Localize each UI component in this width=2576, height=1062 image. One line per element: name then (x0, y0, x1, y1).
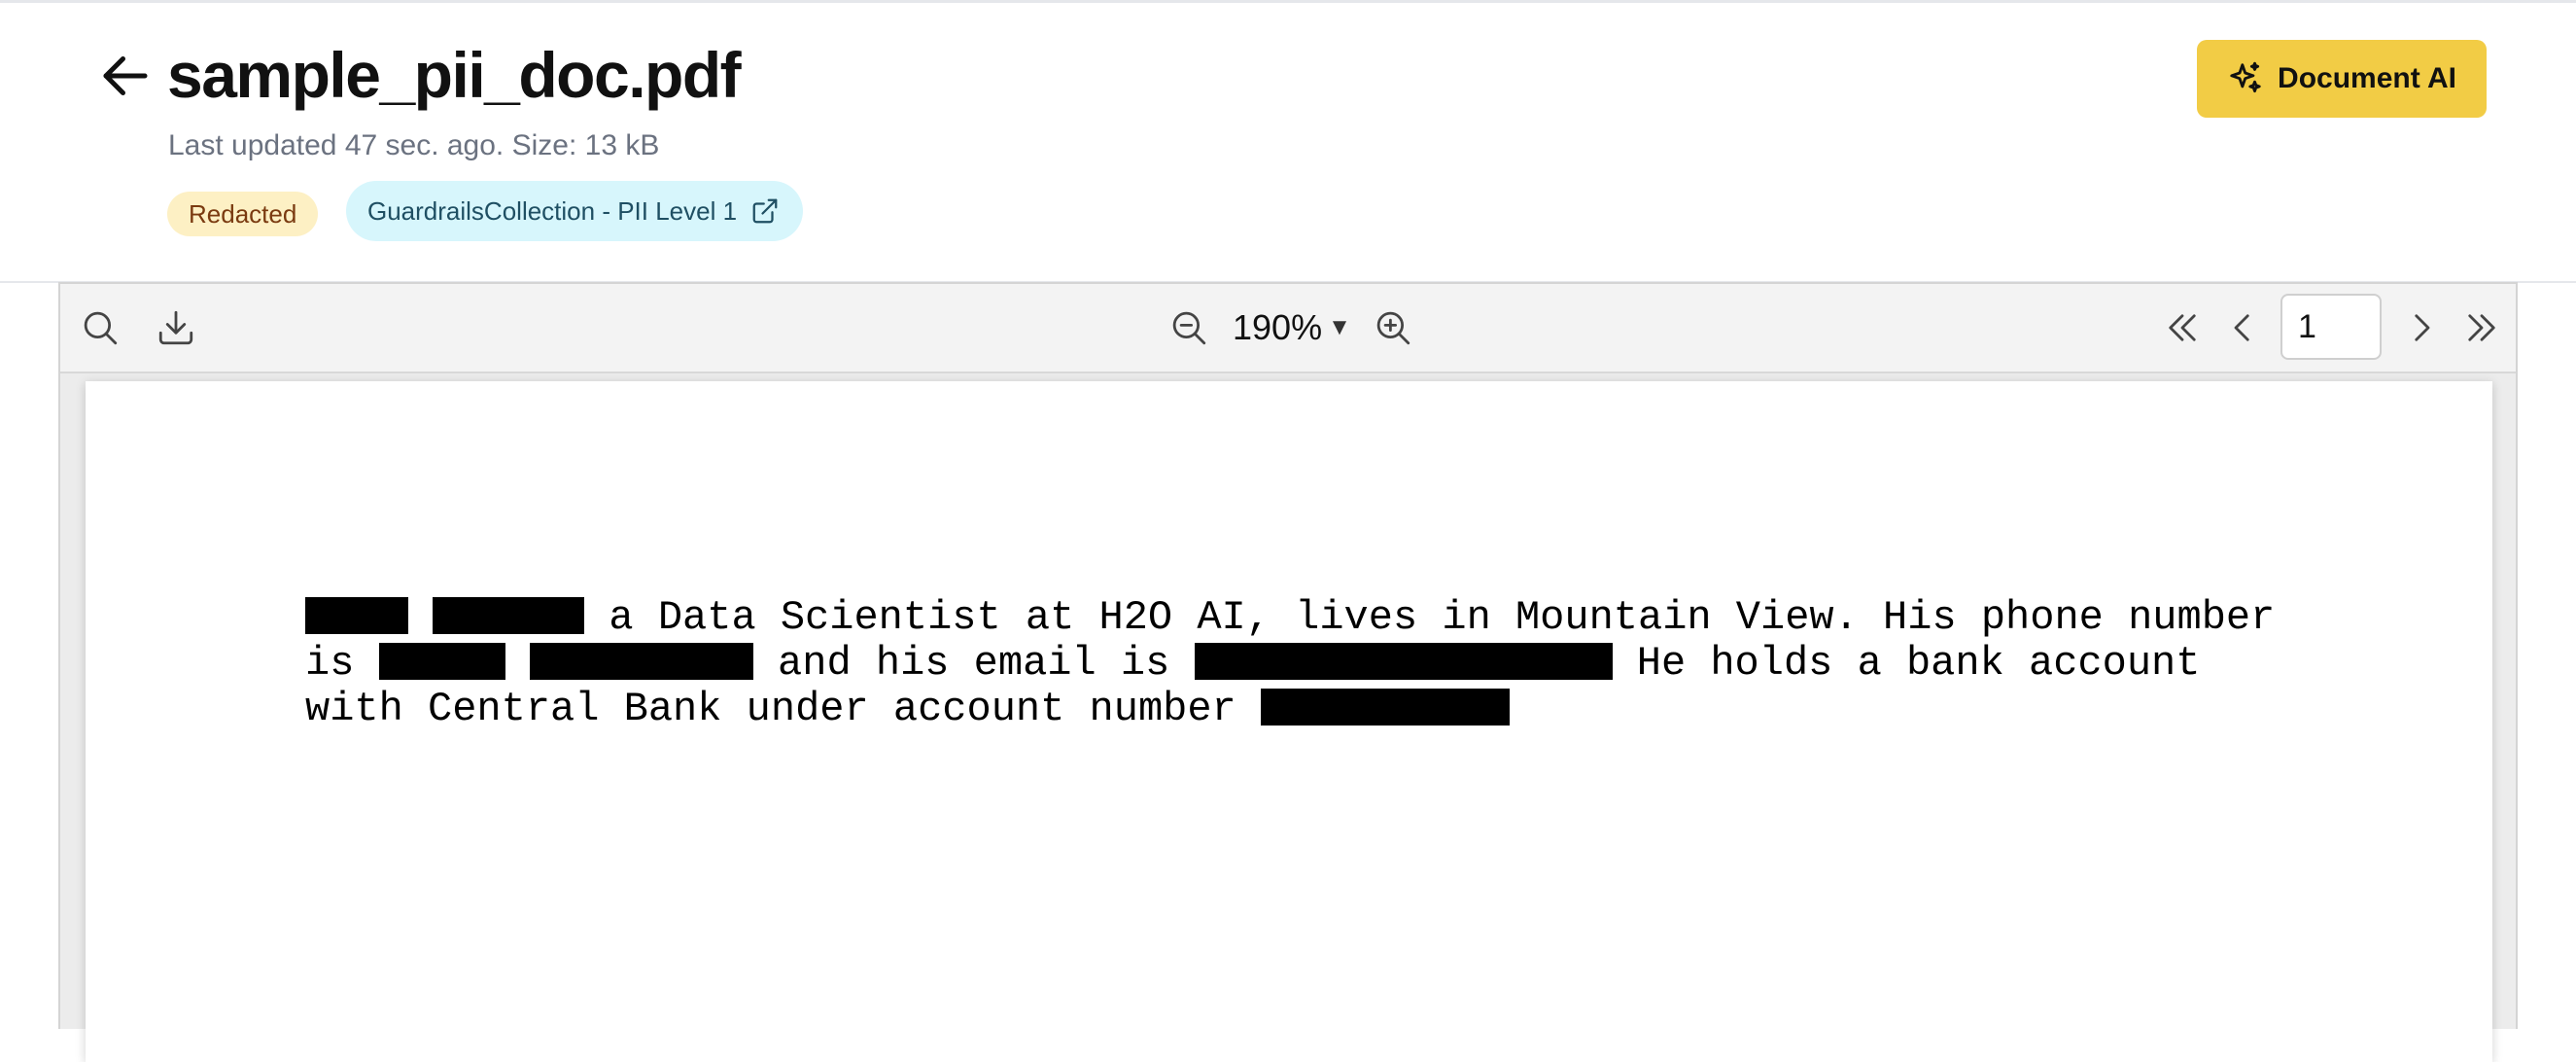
zoom-out-button[interactable] (1165, 303, 1213, 352)
document-text: a Data Scientist at H2O AI, lives in Mou… (305, 595, 2275, 732)
redaction-block (1194, 643, 1613, 680)
last-page-icon (2468, 314, 2495, 341)
zoom-select[interactable]: 190% ▼ (1233, 307, 1351, 348)
document-ai-label: Document AI (2278, 62, 2456, 94)
collection-badge-link[interactable]: GuardrailsCollection - PII Level 1 (346, 181, 804, 241)
collection-badge-label: GuardrailsCollection - PII Level 1 (367, 196, 738, 226)
pdf-page: a Data Scientist at H2O AI, lives in Mou… (86, 381, 2492, 1062)
document-ai-button[interactable]: Document AI (2197, 40, 2487, 118)
search-icon (84, 311, 118, 345)
pdf-viewer: 190% ▼ 1 a Data Scientist at H2O AI, liv… (58, 282, 2518, 1062)
zoom-in-button[interactable] (1369, 303, 1417, 352)
document-line-3: with Central Bank under account number (305, 686, 1261, 732)
redaction-block (433, 597, 585, 634)
status-badge: Redacted (167, 192, 319, 236)
next-page-button[interactable] (2397, 303, 2446, 352)
document-meta: Last updated 47 sec. ago. Size: 13 kB (168, 129, 660, 161)
download-button[interactable] (152, 303, 200, 352)
document-line-2-suffix: He holds a bank account (1612, 640, 2201, 687)
prev-page-button[interactable] (2218, 303, 2267, 352)
document-header: sample_pii_doc.pdf Last updated 47 sec. … (0, 3, 2576, 283)
back-button[interactable] (93, 44, 157, 108)
first-page-icon (2169, 314, 2196, 341)
zoom-value: 190% (1233, 307, 1323, 347)
redaction-block (378, 643, 505, 680)
page-title: sample_pii_doc.pdf (167, 39, 742, 111)
external-link-icon (752, 198, 778, 224)
document-line-2-middle: and his email is (752, 640, 1195, 687)
zoom-in-icon (1376, 311, 1410, 345)
prev-page-icon (2234, 314, 2249, 341)
first-page-button[interactable] (2158, 303, 2207, 352)
document-line-2-prefix: is (305, 640, 379, 687)
redaction-block (305, 597, 408, 634)
last-page-button[interactable] (2457, 303, 2506, 352)
zoom-out-icon (1172, 311, 1206, 345)
document-line-1: a Data Scientist at H2O AI, lives in Mou… (584, 594, 2276, 641)
next-page-icon (2415, 314, 2430, 341)
page-number-input[interactable] (2280, 294, 2382, 360)
sparkles-icon (2230, 61, 2261, 93)
redaction-block (1260, 689, 1510, 726)
arrow-left-icon (103, 56, 148, 95)
redaction-block (529, 643, 753, 680)
download-icon (158, 310, 193, 345)
viewer-toolbar: 190% ▼ (60, 284, 2516, 373)
search-button[interactable] (76, 303, 124, 352)
caret-down-icon: ▼ (1328, 314, 1351, 340)
